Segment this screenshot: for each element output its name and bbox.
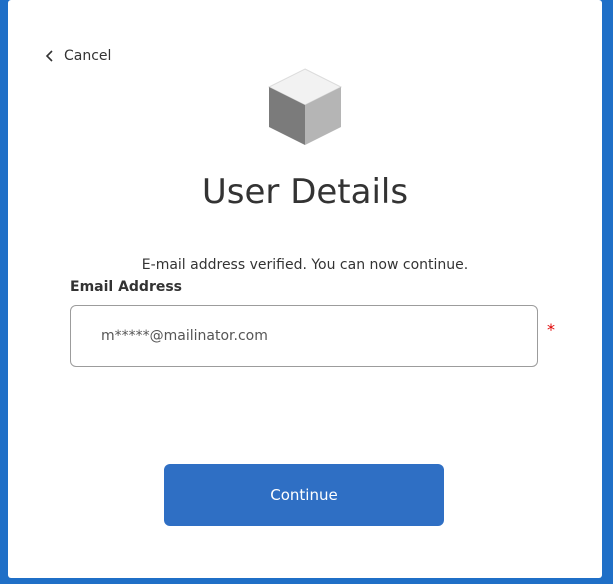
verification-message: E-mail address verified. You can now con…	[141, 257, 469, 273]
email-label: Email Address	[70, 279, 183, 295]
cancel-label: Cancel	[64, 48, 112, 64]
cube-icon	[267, 68, 343, 145]
user-details-dialog: Cancel User Details E-mail address verif…	[8, 0, 602, 578]
page-title: User Details	[201, 172, 409, 212]
chevron-left-icon	[45, 50, 53, 62]
continue-button[interactable]: Continue	[164, 464, 444, 526]
cancel-link[interactable]: Cancel	[43, 46, 111, 66]
email-field[interactable]	[70, 305, 538, 367]
required-marker: *	[547, 320, 555, 339]
